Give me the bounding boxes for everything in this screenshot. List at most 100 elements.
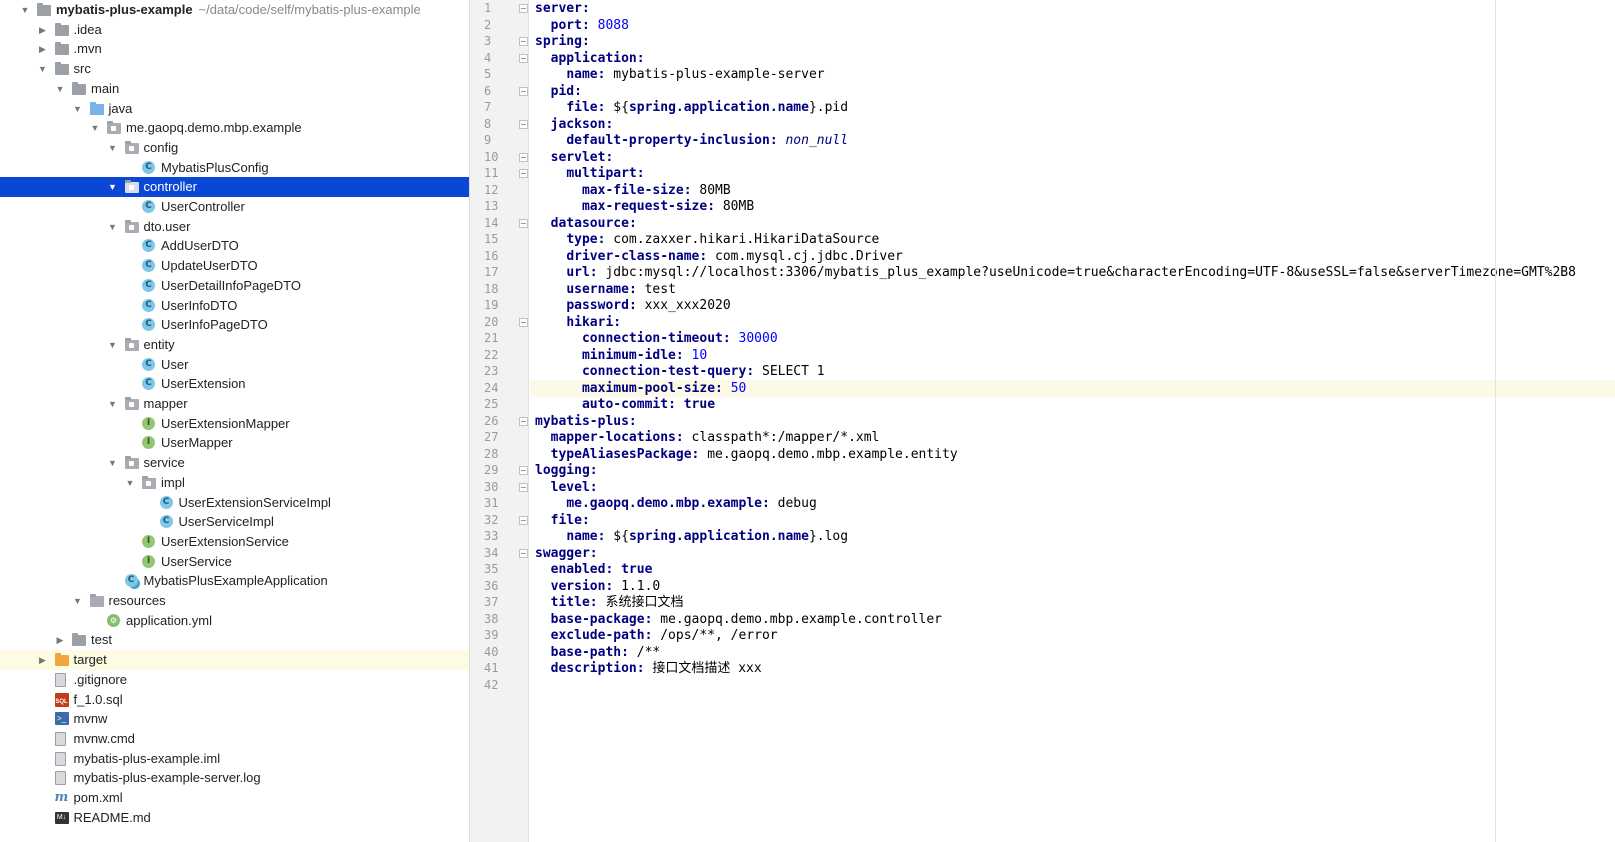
code-line[interactable]: file: ${spring.application.name}.pid [530,99,1615,116]
tree-node[interactable]: m pom.xml [0,788,469,808]
code-line[interactable]: password: xxx_xxx2020 [530,297,1615,314]
code-line[interactable]: description: 接口文档描述 xxx [530,660,1615,677]
collapse-arrow-icon[interactable]: ▼ [89,118,101,138]
code-line[interactable]: username: test [530,281,1615,298]
code-line[interactable]: minimum-idle: 10 [530,347,1615,364]
tree-node[interactable]: C User [0,355,469,375]
tree-node[interactable]: mybatis-plus-example-server.log [0,768,469,788]
code-line[interactable]: application: [530,50,1615,67]
code-line[interactable]: base-package: me.gaopq.demo.mbp.example.… [530,611,1615,628]
tree-node[interactable]: C UserExtensionServiceImpl [0,493,469,513]
expand-arrow-icon[interactable]: ▶ [54,630,66,650]
fold-toggle-icon[interactable] [519,119,528,129]
tree-node[interactable]: C UserDetailInfoPageDTO [0,276,469,296]
collapse-arrow-icon[interactable]: ▼ [107,335,119,355]
tree-node[interactable]: ▼ controller [0,177,469,198]
code-line[interactable]: datasource: [530,215,1615,232]
tree-node[interactable]: ▼ service [0,453,469,473]
code-line[interactable]: mapper-locations: classpath*:/mapper/*.x… [530,429,1615,446]
tree-node[interactable]: ▼ entity [0,335,469,355]
collapse-arrow-icon[interactable]: ▼ [72,591,84,611]
tree-node[interactable]: ▼ src [0,59,469,79]
collapse-arrow-icon[interactable]: ▼ [107,217,119,237]
tree-node[interactable]: C UserServiceImpl [0,512,469,532]
tree-node[interactable]: M↓ README.md [0,808,469,828]
code-line[interactable]: me.gaopq.demo.mbp.example: debug [530,495,1615,512]
code-line[interactable]: title: 系统接口文档 [530,594,1615,611]
fold-toggle-icon[interactable] [519,482,528,492]
tree-node[interactable]: ▼ main [0,79,469,99]
code-line[interactable]: exclude-path: /ops/**, /error [530,627,1615,644]
code-line[interactable]: hikari: [530,314,1615,331]
code-area[interactable]: server: port: 8088 spring: application: n… [530,0,1615,842]
tree-node[interactable]: ▼ mapper [0,394,469,414]
code-line[interactable]: max-file-size: 80MB [530,182,1615,199]
collapse-arrow-icon[interactable]: ▼ [54,79,66,99]
collapse-arrow-icon[interactable]: ▼ [72,99,84,119]
tree-node[interactable]: I UserExtensionMapper [0,414,469,434]
tree-node[interactable]: C MybatisPlusExampleApplication [0,571,469,591]
code-line[interactable]: connection-timeout: 30000 [530,330,1615,347]
code-line[interactable]: connection-test-query: SELECT 1 [530,363,1615,380]
fold-toggle-icon[interactable] [519,4,528,13]
code-line[interactable]: logging: [530,462,1615,479]
expand-arrow-icon[interactable]: ▶ [37,20,49,40]
fold-toggle-icon[interactable] [519,169,528,178]
code-line[interactable]: maximum-pool-size: 50 [530,379,1615,397]
collapse-arrow-icon[interactable]: ▼ [107,453,119,473]
code-line[interactable]: typeAliasesPackage: me.gaopq.demo.mbp.ex… [530,446,1615,463]
tree-node[interactable]: ▼ resources [0,591,469,611]
tree-node[interactable]: C UserExtension [0,374,469,394]
fold-toggle-icon[interactable] [519,53,528,63]
tree-node[interactable]: mvnw.cmd [0,729,469,749]
code-line[interactable]: server: [530,0,1615,17]
fold-toggle-icon[interactable] [519,86,528,96]
tree-node[interactable]: >_ mvnw [0,709,469,729]
code-line[interactable]: default-property-inclusion: non_null [530,132,1615,149]
collapse-arrow-icon[interactable]: ▼ [107,177,119,197]
tree-node[interactable]: ▶ test [0,630,469,650]
tree-node[interactable]: ▶ target [0,650,469,671]
code-line[interactable]: base-path: /** [530,644,1615,661]
code-line[interactable]: multipart: [530,165,1615,182]
tree-node[interactable]: C UserInfoDTO [0,296,469,316]
fold-toggle-icon[interactable] [519,416,528,426]
collapse-arrow-icon[interactable]: ▼ [107,138,119,158]
code-line[interactable]: enabled: true [530,561,1615,578]
code-line[interactable]: url: jdbc:mysql://localhost:3306/mybatis… [530,264,1615,281]
tree-node[interactable]: I UserService [0,552,469,572]
fold-toggle-icon[interactable] [519,466,528,475]
code-line[interactable]: auto-commit: true [530,396,1615,413]
fold-toggle-icon[interactable] [519,218,528,228]
tree-node[interactable]: ▼ mybatis-plus-example ~/data/code/self/my… [0,0,469,20]
tree-node[interactable]: ▶ .mvn [0,39,469,59]
tree-node[interactable]: ▶ .idea [0,20,469,40]
collapse-arrow-icon[interactable]: ▼ [124,473,136,493]
fold-toggle-icon[interactable] [519,37,528,46]
tree-node[interactable]: I UserMapper [0,433,469,453]
code-line[interactable]: jackson: [530,116,1615,133]
fold-toggle-icon[interactable] [519,548,528,558]
tree-node[interactable]: ⚙ application.yml [0,611,469,631]
tree-node[interactable]: I UserExtensionService [0,532,469,552]
code-line[interactable]: max-request-size: 80MB [530,198,1615,215]
code-line[interactable]: type: com.zaxxer.hikari.HikariDataSource [530,231,1615,248]
tree-node[interactable]: SQL f_1.0.sql [0,690,469,710]
tree-node[interactable]: ▼ impl [0,473,469,493]
tree-node[interactable]: ▼ dto.user [0,217,469,237]
tree-node[interactable]: C UpdateUserDTO [0,256,469,276]
code-line[interactable]: pid: [530,83,1615,100]
code-line[interactable]: name: mybatis-plus-example-server [530,66,1615,83]
code-line[interactable] [530,677,1615,694]
code-line[interactable]: mybatis-plus: [530,413,1615,430]
code-line[interactable]: level: [530,479,1615,496]
tree-node[interactable]: C AddUserDTO [0,236,469,256]
code-line[interactable]: servlet: [530,149,1615,166]
tree-node[interactable]: C MybatisPlusConfig [0,158,469,178]
tree-node[interactable]: .gitignore [0,670,469,690]
tree-node[interactable]: mybatis-plus-example.iml [0,749,469,769]
collapse-arrow-icon[interactable]: ▼ [37,59,49,79]
collapse-arrow-icon[interactable]: ▼ [107,394,119,414]
code-line[interactable]: port: 8088 [530,17,1615,34]
code-editor[interactable]: 1 2 3 4 5 6 7 8 9 10 11 12 13 14 15 16 17 18 19 20 21 22 23 24 2… [470,0,1615,842]
